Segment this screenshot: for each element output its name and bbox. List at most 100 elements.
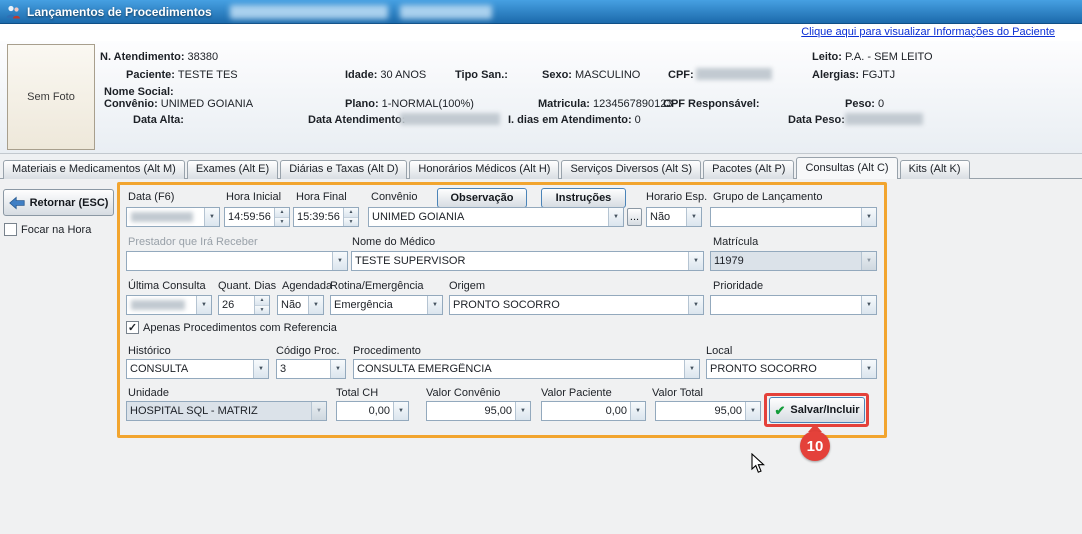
chevron-down-icon[interactable]: ▼: [196, 296, 211, 314]
alergias-value: FGJTJ: [862, 69, 895, 81]
local-value: PRONTO SOCORRO: [707, 363, 861, 375]
cpf-label: CPF:: [668, 69, 694, 81]
chevron-down-icon[interactable]: ▼: [688, 296, 703, 314]
link-bar: Clique aqui para visualizar Informações …: [0, 24, 1082, 41]
atendimento-label: N. Atendimento:: [100, 51, 185, 63]
hora-inicial-spinner[interactable]: 14:59:56 ▲▼: [224, 207, 290, 227]
tab-kits[interactable]: Kits (Alt K): [900, 160, 970, 179]
paciente-label: Paciente:: [126, 69, 175, 81]
data-atendimento-field: Data Atendimento:: [308, 114, 405, 126]
chevron-down-icon[interactable]: ▼: [861, 360, 876, 378]
valor-total-select[interactable]: 95,00 ▼: [655, 401, 761, 421]
nome-social-label: Nome Social:: [104, 86, 174, 98]
convenio-select[interactable]: UNIMED GOIANIA ▼: [368, 207, 624, 227]
chevron-down-icon[interactable]: ▼: [861, 296, 876, 314]
valor-paciente-select[interactable]: 0,00 ▼: [541, 401, 646, 421]
referencia-checkbox[interactable]: ✓: [126, 321, 139, 334]
tab-consultas[interactable]: Consultas (Alt C): [796, 157, 897, 179]
title-bar: Lançamentos de Procedimentos: [0, 0, 1082, 24]
data-peso-field: Data Peso:: [788, 114, 845, 126]
spinner-up-down-icons[interactable]: ▲▼: [274, 208, 289, 226]
focar-na-hora-checkbox[interactable]: [4, 223, 17, 236]
observacao-button[interactable]: Observação: [437, 188, 527, 208]
valor-total-label: Valor Total: [652, 387, 703, 399]
matricula-label: Matricula:: [538, 98, 590, 110]
redacted-title-text: [230, 5, 388, 19]
chevron-down-icon[interactable]: ▼: [608, 208, 623, 226]
chevron-down-icon[interactable]: ▼: [427, 296, 442, 314]
chevron-down-icon[interactable]: ▼: [393, 402, 408, 420]
chevron-down-icon[interactable]: ▼: [330, 360, 345, 378]
redacted-ultima-consulta-value: [131, 300, 185, 310]
valor-convenio-select[interactable]: 95,00 ▼: [426, 401, 531, 421]
chevron-down-icon[interactable]: ▼: [684, 360, 699, 378]
prioridade-select[interactable]: ▼: [710, 295, 877, 315]
agendada-select[interactable]: Não ▼: [277, 295, 324, 315]
tab-servicos-diversos[interactable]: Serviços Diversos (Alt S): [561, 160, 701, 179]
origem-select[interactable]: PRONTO SOCORRO ▼: [449, 295, 704, 315]
chevron-down-icon[interactable]: ▼: [204, 208, 219, 226]
instrucoes-button[interactable]: Instruções: [541, 188, 626, 208]
rotina-emergencia-select[interactable]: Emergência ▼: [330, 295, 443, 315]
tab-materiais-e-medicamentos[interactable]: Materiais e Medicamentos (Alt M): [3, 160, 185, 179]
nome-social-field: Nome Social:: [104, 86, 174, 98]
convenio-ellipsis-button[interactable]: ...: [627, 208, 642, 226]
chevron-down-icon[interactable]: ▼: [515, 402, 530, 420]
tab-exames[interactable]: Exames (Alt E): [187, 160, 278, 179]
chevron-down-icon[interactable]: ▼: [630, 402, 645, 420]
procedimento-label: Procedimento: [353, 345, 421, 357]
quant-dias-spinner[interactable]: 26 ▲▼: [218, 295, 270, 315]
atendimento-value: 38380: [188, 51, 219, 63]
tab-pacotes[interactable]: Pacotes (Alt P): [703, 160, 794, 179]
historico-select[interactable]: CONSULTA ▼: [126, 359, 269, 379]
nome-medico-value: TESTE SUPERVISOR: [352, 255, 688, 267]
chevron-down-icon[interactable]: ▼: [308, 296, 323, 314]
dias-atendimento-field: I. dias em Atendimento:0: [508, 114, 641, 126]
hora-final-spinner[interactable]: 15:39:56 ▲▼: [293, 207, 359, 227]
idade-field: Idade:30 ANOS: [345, 69, 426, 81]
chevron-down-icon[interactable]: ▼: [686, 208, 701, 226]
tab-diarias-e-taxas[interactable]: Diárias e Taxas (Alt D): [280, 160, 407, 179]
salvar-incluir-button[interactable]: ✔ Salvar/Incluir: [769, 397, 865, 423]
sexo-field: Sexo:MASCULINO: [542, 69, 640, 81]
historico-value: CONSULTA: [127, 363, 253, 375]
historico-label: Histórico: [128, 345, 171, 357]
quant-dias-value: 26: [219, 299, 254, 311]
focar-na-hora-label: Focar na Hora: [21, 224, 91, 236]
spinner-up-down-icons[interactable]: ▲▼: [254, 296, 269, 314]
total-ch-select[interactable]: 0,00 ▼: [336, 401, 409, 421]
chevron-down-icon[interactable]: ▼: [332, 252, 347, 270]
prestador-select[interactable]: ▼: [126, 251, 348, 271]
valor-convenio-label: Valor Convênio: [426, 387, 500, 399]
matricula-form-label: Matrícula: [713, 236, 758, 248]
grupo-lancamento-select[interactable]: ▼: [710, 207, 877, 227]
horario-esp-select[interactable]: Não ▼: [646, 207, 702, 227]
chevron-down-icon[interactable]: ▼: [861, 208, 876, 226]
alergias-label: Alergias:: [812, 69, 859, 81]
codigo-proc-select[interactable]: 3 ▼: [276, 359, 346, 379]
paciente-value: TESTE TES: [178, 69, 238, 81]
plano-label: Plano:: [345, 98, 379, 110]
cpf-responsavel-label: CPF Responsável:: [663, 98, 760, 110]
paciente-field: Paciente:TESTE TES: [126, 69, 238, 81]
check-icon: ✔: [775, 404, 786, 417]
chevron-down-icon[interactable]: ▼: [253, 360, 268, 378]
nome-medico-select[interactable]: TESTE SUPERVISOR ▼: [351, 251, 704, 271]
chevron-down-icon[interactable]: ▼: [745, 402, 760, 420]
spinner-up-down-icons[interactable]: ▲▼: [343, 208, 358, 226]
tab-honorarios-medicos[interactable]: Honorários Médicos (Alt H): [409, 160, 559, 179]
tipo-san-label: Tipo San.:: [455, 69, 508, 81]
referencia-label: Apenas Procedimentos com Referencia: [143, 322, 337, 334]
plano-value: 1-NORMAL(100%): [382, 98, 474, 110]
focar-na-hora-row: Focar na Hora: [4, 223, 91, 236]
retornar-button[interactable]: Retornar (ESC): [3, 189, 114, 216]
hora-final-value: 15:39:56: [294, 211, 343, 223]
local-select[interactable]: PRONTO SOCORRO ▼: [706, 359, 877, 379]
patient-info-link[interactable]: Clique aqui para visualizar Informações …: [801, 26, 1055, 38]
convenio-value: UNIMED GOIANIA: [161, 98, 253, 110]
chevron-down-icon[interactable]: ▼: [688, 252, 703, 270]
unidade-select: HOSPITAL SQL - MATRIZ ▼: [126, 401, 327, 421]
procedimento-select[interactable]: CONSULTA EMERGÊNCIA ▼: [353, 359, 700, 379]
dias-atendimento-value: 0: [635, 114, 641, 126]
peso-label: Peso:: [845, 98, 875, 110]
